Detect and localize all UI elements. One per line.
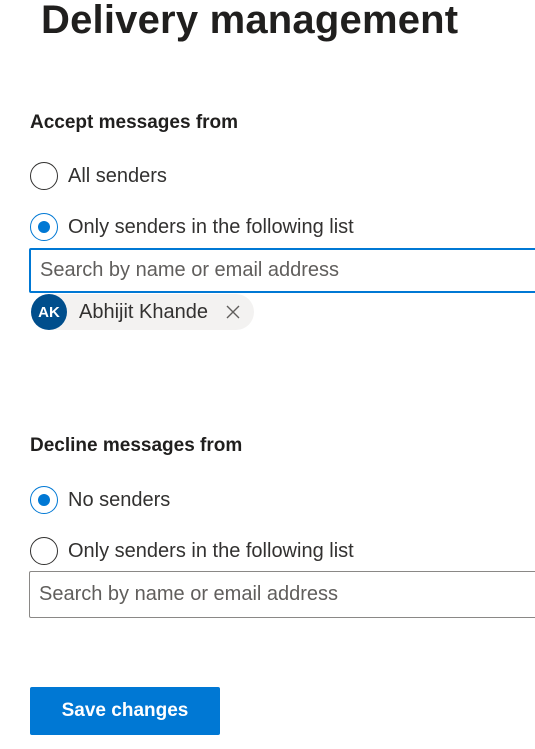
accept-all-senders-radio[interactable]: All senders [30, 161, 167, 191]
radio-label: All senders [68, 164, 167, 187]
avatar: AK [31, 294, 67, 330]
decline-no-senders-radio[interactable]: No senders [30, 485, 170, 515]
save-changes-button[interactable]: Save changes [30, 687, 220, 735]
close-icon [226, 305, 240, 319]
accept-sender-search-input[interactable] [31, 250, 535, 291]
decline-sender-search-box[interactable] [29, 571, 535, 618]
decline-sender-search-input[interactable] [30, 572, 535, 617]
radio-label: Only senders in the following list [68, 539, 354, 562]
remove-sender-button[interactable] [222, 301, 244, 323]
radio-circle[interactable] [30, 537, 58, 565]
accept-sender-search-box[interactable] [29, 248, 535, 293]
delivery-management-panel: Delivery management Accept messages from… [0, 0, 535, 749]
radio-label: Only senders in the following list [68, 215, 354, 238]
decline-messages-heading: Decline messages from [30, 435, 243, 456]
page-title: Delivery management [41, 0, 459, 42]
radio-circle[interactable] [30, 162, 58, 190]
radio-circle-selected[interactable] [30, 486, 58, 514]
radio-circle-selected[interactable] [30, 213, 58, 241]
sender-name: Abhijit Khande [79, 300, 208, 323]
accept-only-listed-senders-radio[interactable]: Only senders in the following list [30, 212, 354, 242]
radio-label: No senders [68, 488, 171, 511]
sender-chip: AK Abhijit Khande [31, 294, 254, 330]
decline-only-listed-senders-radio[interactable]: Only senders in the following list [30, 536, 354, 566]
accept-messages-heading: Accept messages from [30, 112, 239, 133]
